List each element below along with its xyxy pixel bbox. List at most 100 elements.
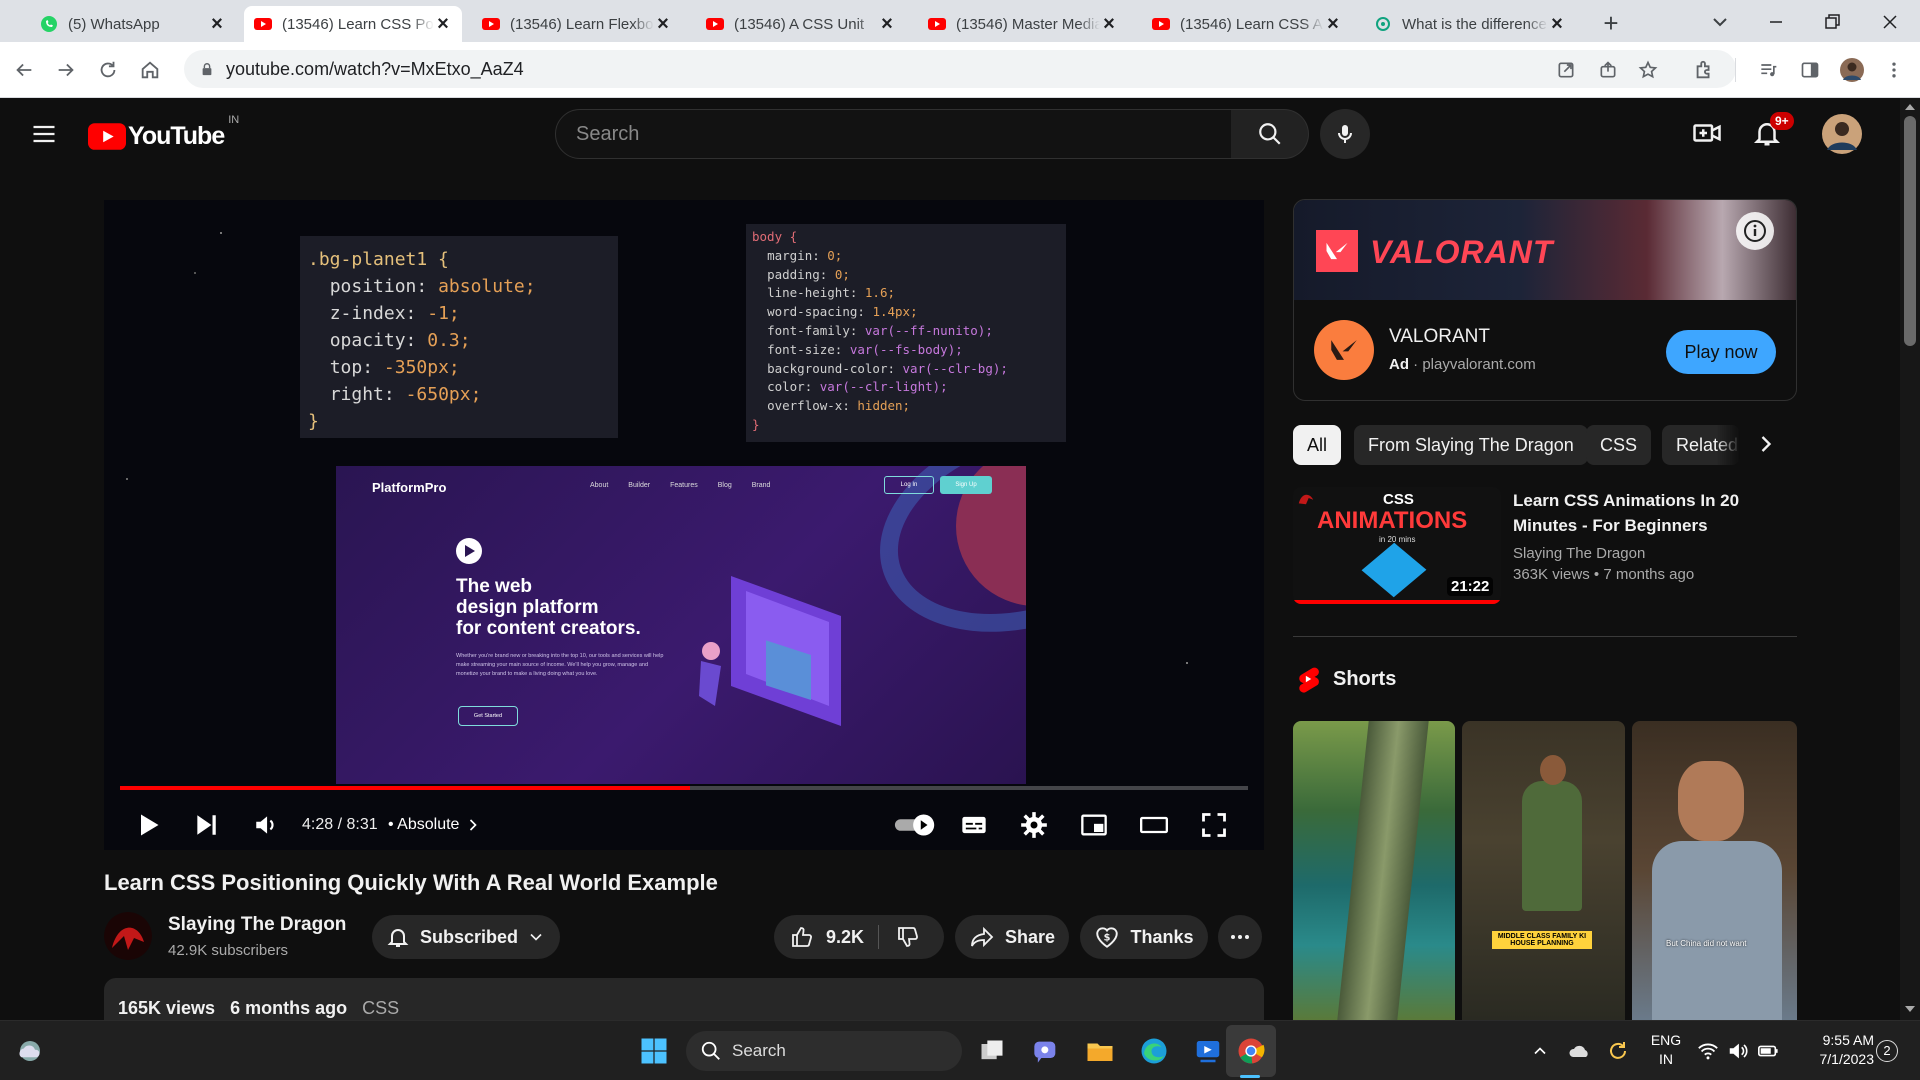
- scrollbar-thumb[interactable]: [1904, 116, 1916, 346]
- tab-learn-css-positioning[interactable]: (13546) Learn CSS Positioning ×: [244, 6, 462, 42]
- scroll-up-arrow-icon[interactable]: [1905, 104, 1915, 110]
- account-avatar[interactable]: [1822, 114, 1862, 154]
- search-button[interactable]: [1231, 109, 1309, 159]
- play-button[interactable]: [128, 808, 168, 842]
- weather-widget[interactable]: [12, 1033, 48, 1069]
- quick-assist-icon[interactable]: [1190, 1033, 1226, 1069]
- media-controls-icon[interactable]: [1754, 56, 1782, 84]
- recommended-thumbnail[interactable]: CSS ANIMATIONS in 20 mins 21:22: [1293, 487, 1501, 604]
- theater-mode-button[interactable]: [1134, 808, 1174, 842]
- bookmark-star-icon[interactable]: [1634, 56, 1662, 84]
- advertiser-avatar[interactable]: [1314, 320, 1374, 380]
- close-tab-icon[interactable]: ×: [878, 14, 896, 34]
- restore-window-icon[interactable]: [1820, 10, 1844, 34]
- ad-info-button[interactable]: [1736, 212, 1774, 250]
- file-explorer-icon[interactable]: [1082, 1033, 1118, 1069]
- seek-bar[interactable]: [120, 786, 1248, 790]
- close-tab-icon[interactable]: ×: [434, 14, 452, 34]
- close-tab-icon[interactable]: ×: [1548, 14, 1566, 34]
- tab-learn-flexbox[interactable]: (13546) Learn Flexbox ×: [472, 6, 682, 42]
- tab-learn-css-a[interactable]: (13546) Learn CSS A ×: [1142, 6, 1352, 42]
- recommended-title[interactable]: Learn CSS Animations In 20 Minutes - For…: [1513, 488, 1773, 538]
- hamburger-menu-icon[interactable]: [30, 120, 60, 150]
- wifi-icon[interactable]: [1696, 1033, 1720, 1069]
- short-thumbnail[interactable]: [1293, 721, 1455, 1020]
- tab-what-is-the-difference[interactable]: What is the difference ×: [1364, 6, 1576, 42]
- back-arrow-icon[interactable]: [10, 56, 38, 84]
- close-window-icon[interactable]: [1878, 10, 1902, 34]
- share-button[interactable]: Share: [955, 915, 1069, 959]
- search-input[interactable]: [576, 122, 1231, 146]
- new-tab-button[interactable]: +: [1596, 8, 1626, 38]
- autoplay-toggle[interactable]: [892, 808, 940, 842]
- speaker-icon[interactable]: [1726, 1033, 1750, 1069]
- chip-related[interactable]: Related: [1662, 425, 1740, 465]
- language-indicator[interactable]: ENG IN: [1644, 1031, 1688, 1069]
- close-tab-icon[interactable]: ×: [654, 14, 672, 34]
- extensions-puzzle-icon[interactable]: [1690, 56, 1718, 84]
- chrome-menu-icon[interactable]: [1880, 56, 1908, 84]
- open-in-app-icon[interactable]: [1552, 56, 1580, 84]
- thanks-button[interactable]: $ Thanks: [1080, 915, 1208, 959]
- chrome-app-icon[interactable]: [1233, 1033, 1269, 1069]
- tab-search-chevron-icon[interactable]: [1708, 10, 1732, 34]
- edge-browser-icon[interactable]: [1136, 1033, 1172, 1069]
- chapter-button[interactable]: • Absolute: [388, 808, 483, 842]
- side-panel-icon[interactable]: [1796, 56, 1824, 84]
- taskbar-search[interactable]: Search: [686, 1031, 962, 1071]
- onedrive-cloud-icon[interactable]: [1562, 1033, 1598, 1069]
- subscribed-button[interactable]: Subscribed: [372, 915, 560, 959]
- language-code: ENG: [1650, 1032, 1682, 1048]
- close-tab-icon[interactable]: ×: [1324, 14, 1342, 34]
- start-button[interactable]: [636, 1033, 672, 1069]
- home-icon[interactable]: [136, 56, 164, 84]
- more-actions-button[interactable]: [1218, 915, 1262, 959]
- close-tab-icon[interactable]: ×: [1100, 14, 1118, 34]
- sync-icon[interactable]: [1600, 1033, 1636, 1069]
- battery-icon[interactable]: [1756, 1033, 1780, 1069]
- tab-css-unit[interactable]: (13546) A CSS Unit ×: [696, 6, 906, 42]
- next-button[interactable]: [186, 808, 226, 842]
- task-view-icon[interactable]: [974, 1033, 1010, 1069]
- notification-center-badge[interactable]: 2: [1876, 1040, 1898, 1062]
- close-tab-icon[interactable]: ×: [208, 14, 226, 34]
- recommended-channel[interactable]: Slaying The Dragon: [1513, 545, 1645, 562]
- youtube-logo[interactable]: YouTube IN: [88, 114, 239, 152]
- forward-arrow-icon[interactable]: [52, 56, 80, 84]
- miniplayer-button[interactable]: [1074, 808, 1114, 842]
- chip-all[interactable]: All: [1293, 425, 1342, 465]
- ad-card[interactable]: VALORANT VALORANT Ad · playvalorant.com …: [1293, 199, 1797, 401]
- hashtag[interactable]: CSS: [362, 998, 399, 1018]
- channel-name[interactable]: Slaying The Dragon: [168, 914, 346, 936]
- chips-next-button[interactable]: [1752, 430, 1782, 460]
- reload-icon[interactable]: [94, 56, 122, 84]
- minimize-window-icon[interactable]: [1764, 10, 1788, 34]
- dislike-button[interactable]: [896, 925, 920, 949]
- voice-search-button[interactable]: [1320, 109, 1370, 159]
- scroll-down-arrow-icon[interactable]: [1905, 1006, 1915, 1012]
- video-player[interactable]: .bg-planet1 { position: absolute; z-inde…: [104, 200, 1264, 850]
- show-hidden-icons-chevron-icon[interactable]: [1522, 1033, 1558, 1069]
- teams-chat-icon[interactable]: [1028, 1033, 1064, 1069]
- short-thumbnail[interactable]: But China did not want: [1632, 721, 1797, 1020]
- channel-avatar[interactable]: [104, 912, 152, 960]
- profile-avatar[interactable]: [1838, 56, 1866, 84]
- address-bar[interactable]: youtube.com/watch?v=MxEtxo_AaZ4: [184, 50, 1736, 88]
- share-page-icon[interactable]: [1594, 56, 1622, 84]
- mute-button[interactable]: [246, 808, 286, 842]
- chip-from-channel[interactable]: From Slaying The Dragon: [1354, 425, 1588, 465]
- settings-button[interactable]: [1014, 808, 1054, 842]
- play-now-button[interactable]: Play now: [1666, 330, 1776, 374]
- create-video-button[interactable]: [1692, 118, 1724, 150]
- tab-master-media[interactable]: (13546) Master Media ×: [918, 6, 1128, 42]
- like-button[interactable]: 9.2K: [790, 925, 864, 949]
- clock[interactable]: 9:55 AM 7/1/2023: [1788, 1031, 1875, 1069]
- notifications-button[interactable]: 9+: [1752, 112, 1794, 152]
- page-scrollbar[interactable]: [1900, 98, 1920, 1020]
- fullscreen-button[interactable]: [1194, 808, 1234, 842]
- short-thumbnail[interactable]: MIDDLE CLASS FAMILY KI HOUSE PLANNING: [1462, 721, 1625, 1020]
- advertiser-name[interactable]: VALORANT: [1389, 326, 1490, 348]
- tab-whatsapp[interactable]: (5) WhatsApp ×: [30, 6, 236, 42]
- subtitles-button[interactable]: [954, 808, 994, 842]
- chip-css[interactable]: CSS: [1586, 425, 1652, 465]
